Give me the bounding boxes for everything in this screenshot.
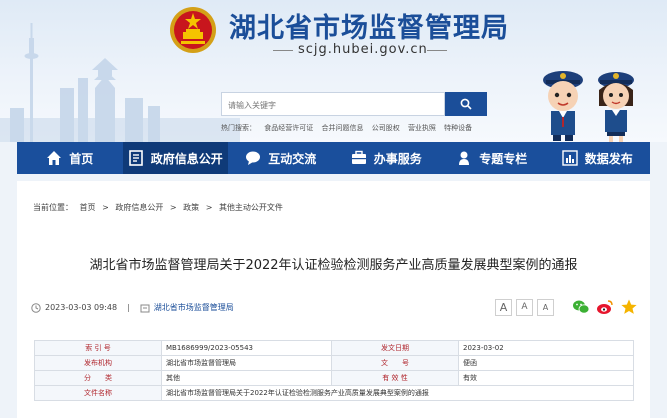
hot-search-item[interactable]: 特种设备 bbox=[444, 124, 472, 132]
hot-search-label: 热门搜索： bbox=[221, 124, 256, 132]
article-source: 湖北省市场监督管理局 bbox=[153, 303, 234, 312]
info-label: 发文日期 bbox=[331, 340, 459, 356]
info-label: 有 效 性 bbox=[331, 370, 459, 386]
nav-item-gov-info[interactable]: 政府信息公开 bbox=[122, 142, 228, 174]
info-label: 发布机构 bbox=[34, 355, 162, 371]
breadcrumb-separator: > bbox=[102, 203, 109, 212]
info-label: 文 号 bbox=[331, 355, 459, 371]
info-value: 湖北省市场监督管理局 bbox=[161, 355, 332, 371]
table-row: 分 类 其他 有 效 性 有效 bbox=[34, 370, 634, 386]
article-datetime: 2023-03-03 09:48 bbox=[45, 303, 118, 312]
meta-separator: | bbox=[127, 303, 130, 312]
main-nav: 首页 政府信息公开 互动交流 办事服务 专题专栏 数据发布 bbox=[17, 142, 650, 174]
breadcrumb-label: 当前位置： bbox=[33, 203, 73, 212]
info-value: 便函 bbox=[458, 355, 634, 371]
nav-item-label: 数据发布 bbox=[584, 151, 633, 166]
chat-icon bbox=[246, 151, 261, 165]
document-info-table: 索 引 号 MB1686999/2023-05543 发文日期 2023-03-… bbox=[34, 340, 634, 401]
home-icon bbox=[47, 151, 62, 165]
font-size-small-button[interactable]: A bbox=[537, 298, 554, 316]
search-box bbox=[221, 92, 445, 117]
service-icon bbox=[351, 150, 366, 164]
nav-item-label: 互动交流 bbox=[268, 151, 317, 166]
info-value: 2023-03-02 bbox=[458, 340, 634, 356]
domain-divider-left bbox=[273, 50, 293, 51]
favorite-star-icon[interactable] bbox=[620, 298, 638, 316]
table-row: 发布机构 湖北省市场监督管理局 文 号 便函 bbox=[34, 355, 634, 371]
article-panel: 当前位置： 首页 > 政府信息公开 > 政策 > 其他主动公开文件 湖北省市场监… bbox=[17, 181, 650, 418]
breadcrumb-item[interactable]: 首页 bbox=[80, 203, 96, 212]
hot-search-item[interactable]: 营业执照 bbox=[408, 124, 436, 132]
info-label: 分 类 bbox=[34, 370, 162, 386]
font-size-large-button[interactable]: A bbox=[495, 298, 512, 316]
info-value: 湖北省市场监督管理局关于2022年认证检验检测服务产业高质量发展典型案例的通报 bbox=[161, 385, 634, 401]
site-header: 湖北省市场监督管理局 scjg.hubei.gov.cn 热门搜索： 食品经营许… bbox=[0, 0, 667, 142]
article-meta: 2023-03-03 09:48 | 湖北省市场监督管理局 bbox=[31, 302, 234, 313]
domain-divider-right bbox=[427, 50, 447, 51]
hot-search-item[interactable]: 食品经营许可证 bbox=[264, 124, 313, 132]
info-label: 文件名称 bbox=[34, 385, 162, 401]
table-row: 文件名称 湖北省市场监督管理局关于2022年认证检验检测服务产业高质量发展典型案… bbox=[34, 385, 634, 401]
breadcrumb: 当前位置： 首页 > 政府信息公开 > 政策 > 其他主动公开文件 bbox=[33, 202, 287, 213]
search-icon bbox=[460, 98, 472, 110]
hot-search-bar: 热门搜索： 食品经营许可证 合并问题信息 公司股权 营业执照 特种设备 bbox=[221, 123, 478, 133]
search-button[interactable] bbox=[445, 92, 487, 116]
nav-item-label: 办事服务 bbox=[373, 151, 422, 166]
weibo-icon[interactable] bbox=[596, 298, 614, 316]
breadcrumb-item[interactable]: 政府信息公开 bbox=[115, 203, 163, 212]
info-value: 其他 bbox=[161, 370, 332, 386]
breadcrumb-item[interactable]: 政策 bbox=[183, 203, 199, 212]
hot-search-item[interactable]: 公司股权 bbox=[372, 124, 400, 132]
user-pin-icon bbox=[459, 151, 470, 165]
nav-item-special-topics[interactable]: 专题专栏 bbox=[439, 142, 545, 174]
info-label: 索 引 号 bbox=[34, 340, 162, 356]
breadcrumb-item[interactable]: 其他主动公开文件 bbox=[219, 203, 283, 212]
breadcrumb-separator: > bbox=[169, 203, 177, 212]
source-icon bbox=[140, 304, 150, 312]
document-icon bbox=[128, 150, 143, 166]
search-input[interactable] bbox=[222, 94, 444, 117]
article-title: 湖北省市场监督管理局关于2022年认证检验检测服务产业高质量发展典型案例的通报 bbox=[89, 258, 578, 273]
site-title: 湖北省市场监督管理局 bbox=[229, 13, 509, 44]
clock-icon bbox=[31, 302, 41, 313]
table-row: 索 引 号 MB1686999/2023-05543 发文日期 2023-03-… bbox=[34, 340, 634, 356]
nav-item-label: 首页 bbox=[69, 151, 94, 166]
article-tools: A A A bbox=[495, 298, 638, 316]
national-emblem-icon bbox=[170, 7, 216, 53]
nav-item-label: 政府信息公开 bbox=[150, 151, 223, 166]
info-value: MB1686999/2023-05543 bbox=[161, 340, 332, 356]
nav-item-interaction[interactable]: 互动交流 bbox=[228, 142, 334, 174]
info-value: 有效 bbox=[458, 370, 634, 386]
wechat-icon[interactable] bbox=[572, 298, 590, 316]
nav-item-data-release[interactable]: 数据发布 bbox=[545, 142, 651, 174]
hot-search-item[interactable]: 合并问题信息 bbox=[321, 124, 363, 132]
site-domain: scjg.hubei.gov.cn bbox=[298, 42, 428, 57]
breadcrumb-separator: > bbox=[205, 203, 213, 212]
nav-item-home[interactable]: 首页 bbox=[17, 142, 123, 174]
nav-item-services[interactable]: 办事服务 bbox=[334, 142, 440, 174]
nav-item-label: 专题专栏 bbox=[479, 151, 528, 166]
mascot-officer-female bbox=[598, 72, 634, 142]
chart-icon bbox=[562, 150, 578, 166]
font-size-medium-button[interactable]: A bbox=[516, 298, 533, 316]
